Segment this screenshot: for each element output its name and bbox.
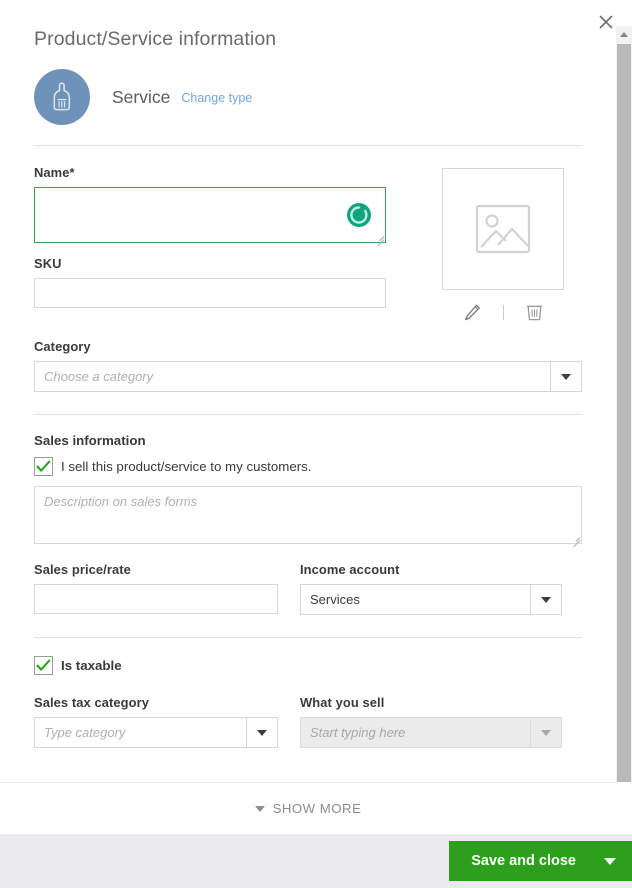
income-account-label: Income account: [300, 562, 400, 577]
save-and-close-label: Save and close: [471, 853, 576, 869]
product-service-dialog: Product/Service information Service Chan…: [0, 0, 632, 888]
chevron-down-icon: [541, 596, 551, 603]
image-placeholder-icon: [475, 204, 531, 254]
income-account-value: Services: [310, 592, 360, 607]
sales-tax-category-label: Sales tax category: [34, 695, 150, 710]
category-label: Category: [34, 339, 91, 354]
what-you-sell-caret: [530, 718, 561, 747]
product-type-name: Service: [112, 86, 171, 107]
vertical-scrollbar[interactable]: [616, 26, 632, 832]
what-you-sell-select: Start typing here: [300, 717, 562, 748]
what-you-sell-value: Start typing here: [310, 725, 406, 740]
show-more-button[interactable]: SHOW MORE: [254, 801, 362, 816]
category-select[interactable]: Choose a category: [34, 361, 582, 392]
sku-label: SKU: [34, 256, 62, 271]
sales-tax-category-select[interactable]: Type category: [34, 717, 278, 748]
checkmark-icon: [36, 659, 51, 671]
income-account-select[interactable]: Services: [300, 584, 562, 615]
service-type-avatar: [34, 69, 90, 125]
chevron-down-icon: [254, 805, 265, 812]
name-sku-image-row: Name* SKU: [34, 146, 582, 323]
income-account-caret[interactable]: [530, 585, 561, 614]
category-value: Choose a category: [44, 369, 154, 384]
scrollbar-thumb[interactable]: [617, 44, 631, 782]
sell-product-checkbox-row[interactable]: I sell this product/service to my custom…: [34, 457, 582, 476]
tax-fields-row: Sales tax category Type category What yo…: [34, 695, 582, 748]
sales-price-input[interactable]: [34, 584, 278, 614]
product-type-row: Service Change type: [34, 69, 582, 125]
product-image-column: [442, 146, 564, 323]
sales-tax-category-caret[interactable]: [246, 718, 277, 747]
image-actions: [442, 301, 564, 323]
chevron-down-icon[interactable]: [604, 857, 616, 865]
chevron-down-icon: [541, 729, 551, 736]
dialog-scroll-area: Product/Service information Service Chan…: [0, 0, 616, 780]
description-textarea[interactable]: [34, 486, 582, 544]
what-you-sell-label: What you sell: [300, 695, 385, 710]
checkmark-icon: [36, 460, 51, 472]
name-input[interactable]: [34, 187, 386, 243]
image-actions-separator: [502, 304, 504, 320]
dialog-footer: Save and close: [0, 834, 632, 888]
name-label: Name*: [34, 165, 75, 180]
scrollbar-track-bottom[interactable]: [616, 782, 632, 832]
service-bell-icon: [53, 82, 71, 111]
pencil-icon[interactable]: [463, 303, 482, 322]
arrow-up-icon: [620, 31, 628, 37]
sales-price-label: Sales price/rate: [34, 562, 131, 577]
name-input-wrapper: [34, 187, 386, 247]
category-divider: [34, 414, 582, 415]
close-button[interactable]: [592, 8, 620, 36]
is-taxable-checkbox[interactable]: [34, 656, 53, 675]
sku-input[interactable]: [34, 278, 386, 308]
save-and-close-button[interactable]: Save and close: [449, 841, 632, 881]
description-wrapper: [34, 486, 582, 548]
close-icon: [599, 15, 613, 29]
sales-information-heading: Sales information: [34, 433, 146, 448]
tax-divider: [34, 637, 582, 638]
page-title: Product/Service information: [34, 28, 277, 50]
sell-product-checkbox[interactable]: [34, 457, 53, 476]
chevron-down-icon: [257, 729, 267, 736]
product-image-placeholder[interactable]: [442, 168, 564, 290]
is-taxable-checkbox-row[interactable]: Is taxable: [34, 656, 582, 675]
change-type-link[interactable]: Change type: [181, 91, 252, 105]
price-income-row: Sales price/rate Income account Services: [34, 562, 582, 615]
show-more-bar: SHOW MORE: [0, 782, 616, 834]
category-caret[interactable]: [550, 362, 581, 391]
is-taxable-label: Is taxable: [61, 658, 122, 673]
sales-tax-category-value: Type category: [44, 725, 126, 740]
trash-icon[interactable]: [525, 302, 544, 322]
show-more-label: SHOW MORE: [272, 801, 362, 816]
sell-product-checkbox-label: I sell this product/service to my custom…: [61, 459, 312, 474]
chevron-down-icon: [561, 373, 571, 380]
